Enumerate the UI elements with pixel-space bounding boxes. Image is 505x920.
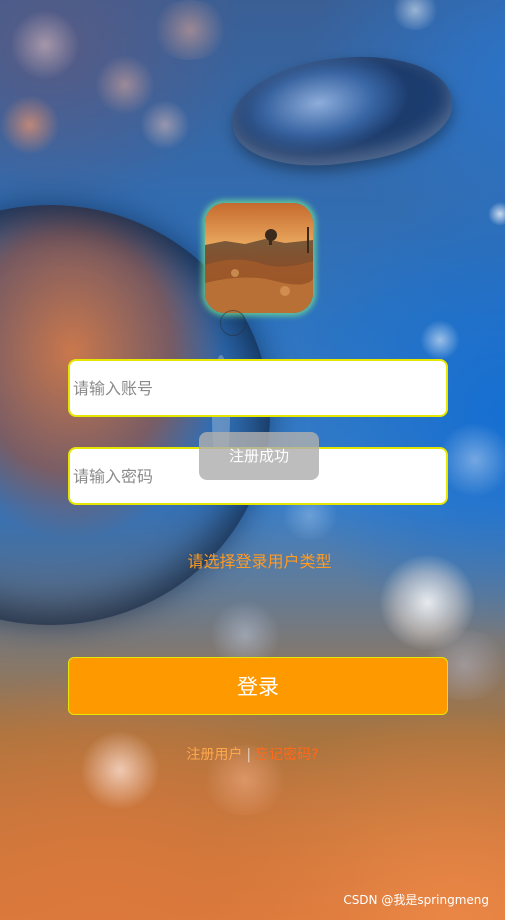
link-divider: | [246, 747, 252, 763]
bokeh-light [10, 10, 80, 80]
bokeh-light [390, 0, 440, 30]
landscape-avatar-icon [205, 203, 313, 313]
user-type-selector[interactable]: 请选择登录用户类型 [0, 548, 505, 572]
bokeh-light [420, 320, 460, 360]
water-drop-top [225, 43, 459, 178]
csdn-watermark: CSDN @我是springmeng [343, 893, 489, 907]
auth-links: 注册用户 | 忘记密码? [0, 744, 505, 764]
bokeh-light [95, 55, 155, 115]
bokeh-light [80, 730, 160, 810]
forgot-password-link[interactable]: 忘记密码? [255, 747, 318, 763]
account-field[interactable] [68, 359, 449, 417]
register-link[interactable]: 注册用户 [186, 747, 242, 763]
bokeh-light [440, 420, 505, 500]
account-input[interactable] [70, 361, 449, 415]
bokeh-light [150, 0, 230, 60]
avatar[interactable] [205, 203, 313, 313]
bokeh-light [488, 202, 505, 226]
bokeh-light [0, 95, 60, 155]
avatar-shadow-ring [220, 310, 246, 336]
bokeh-light [140, 100, 190, 150]
toast-message: 注册成功 [199, 432, 319, 480]
login-button[interactable]: 登录 [68, 657, 448, 715]
